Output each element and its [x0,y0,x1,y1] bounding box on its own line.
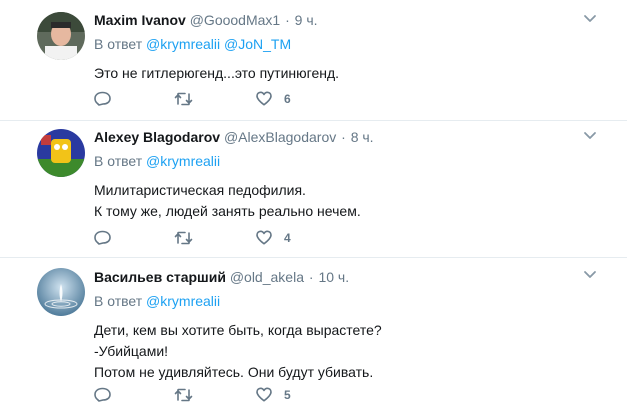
like-button[interactable]: 5 [256,387,291,402]
reply-icon [94,230,111,245]
author-handle[interactable]: @GooodMax1 [190,12,280,28]
mention-link[interactable]: @krymrealii [146,293,220,309]
author-handle[interactable]: @AlexBlagodarov [224,129,336,145]
like-count: 4 [284,230,291,245]
like-button[interactable]: 4 [256,230,291,245]
mention-link[interactable]: @krymrealii [146,36,220,52]
tweet-text-line: Это не гитлерюгенд...это путинюгенд. [94,65,340,81]
reply-icon [94,387,111,402]
tweet-header: Maxim Ivanov @GooodMax1 · 9 ч. [94,11,607,29]
reply-prefix: В ответ [94,293,143,309]
timestamp[interactable]: 10 ч. [318,269,349,285]
reply-context: В ответ @krymrealii @JoN_TM [94,35,607,53]
retweet-button[interactable] [174,231,256,245]
tweet-2[interactable]: Alexey Blagodarov @AlexBlagodarov · 8 ч.… [0,121,627,258]
reply-button[interactable] [94,230,174,245]
author-handle[interactable]: @old_akela [230,269,304,285]
tweet-text-line: Милитаристическая педофилия. [94,182,306,198]
tweet-text: Милитаристическая педофилия. К тому же, … [94,180,607,222]
tweet-text-line: К тому же, людей занять реально нечем. [94,203,361,219]
tweet-text-line: Дети, кем вы хотите быть, когда вырастет… [94,322,382,338]
reply-context: В ответ @krymrealii [94,292,607,310]
separator-dot: · [308,269,314,285]
like-count: 6 [284,91,291,106]
reply-button[interactable] [94,91,174,106]
reply-button[interactable] [94,387,174,402]
timestamp[interactable]: 9 ч. [295,12,318,28]
timestamp[interactable]: 8 ч. [351,129,374,145]
author-name[interactable]: Maxim Ivanov [94,12,186,28]
reply-prefix: В ответ [94,153,143,169]
separator-dot: · [285,12,290,28]
tweet-text: Это не гитлерюгенд...это путинюгенд. [94,63,607,84]
like-button[interactable]: 6 [256,91,291,106]
reply-icon [94,91,111,106]
heart-icon [256,91,272,106]
retweet-button[interactable] [174,388,256,402]
tweet-text-line: Потом не удивляйтесь. Они будут убивать. [94,364,374,380]
retweet-icon [174,231,193,244]
author-name[interactable]: Васильев старший [94,269,226,285]
tweet-text: Дети, кем вы хотите быть, когда вырастет… [94,320,607,383]
author-name[interactable]: Alexey Blagodarov [94,129,220,145]
retweet-button[interactable] [174,92,256,106]
mention-link[interactable]: @krymrealii [146,153,220,169]
tweet-1[interactable]: Maxim Ivanov @GooodMax1 · 9 ч. В ответ @… [0,0,627,121]
chevron-down-icon[interactable] [583,270,597,280]
tweet-3[interactable]: Васильев старший @old_akela · 10 ч. В от… [0,258,627,413]
reply-prefix: В ответ [94,36,143,52]
heart-icon [256,387,272,402]
mention-link[interactable]: @JoN_TM [224,36,291,52]
like-count: 5 [284,387,291,402]
separator-dot: · [341,129,346,145]
avatar[interactable] [37,268,85,316]
tweet-text-line: -Убийцами! [94,343,169,359]
tweet-header: Alexey Blagodarov @AlexBlagodarov · 8 ч. [94,128,607,146]
heart-icon [256,230,272,245]
tweet-header: Васильев старший @old_akela · 10 ч. [94,268,607,286]
chevron-down-icon[interactable] [583,14,597,24]
chevron-down-icon[interactable] [583,131,597,141]
retweet-icon [174,388,193,401]
avatar[interactable] [37,129,85,177]
reply-context: В ответ @krymrealii [94,152,607,170]
avatar[interactable] [37,12,85,60]
retweet-icon [174,92,193,105]
